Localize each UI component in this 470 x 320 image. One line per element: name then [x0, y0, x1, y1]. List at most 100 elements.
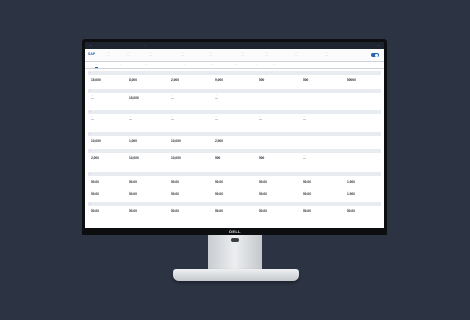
form-field[interactable]: …… [171, 94, 174, 101]
form-field[interactable]: … 2,000 [171, 76, 179, 83]
field-value[interactable]: 50.00 [171, 180, 179, 185]
form-field[interactable]: … 15,000 [91, 76, 101, 83]
field-value[interactable]: 1.000 [347, 180, 355, 185]
field-value[interactable]: 10,000 [91, 139, 101, 144]
field-value[interactable]: … [129, 117, 132, 122]
form-field[interactable]: …… [215, 115, 218, 122]
form-field[interactable]: …… [303, 154, 306, 161]
form-field[interactable]: …… [91, 94, 94, 101]
field-value[interactable]: 15,000 [129, 96, 139, 101]
window-controls[interactable]: … [377, 43, 380, 47]
form-field[interactable]: … 50.00 [215, 178, 223, 185]
field-value[interactable]: 50.00 [303, 192, 311, 197]
field-value[interactable]: 50.00 [129, 192, 137, 197]
field-value[interactable]: 500 [303, 78, 308, 83]
form-field[interactable]: … 50.00 [303, 178, 311, 185]
field-value[interactable]: 8,000 [129, 78, 137, 83]
field-value[interactable]: 50.00 [215, 180, 223, 185]
form-field[interactable]: … 15,000 [129, 94, 139, 101]
field-value[interactable]: 50.00 [259, 192, 267, 197]
field-value[interactable]: 10,000 [171, 139, 181, 144]
field-value[interactable]: 2,000 [91, 156, 99, 161]
field-value[interactable]: 10,000 [129, 156, 139, 161]
field-value[interactable]: 50.00 [347, 209, 355, 214]
form-field[interactable]: … 50.00 [91, 190, 99, 197]
edit-toggle[interactable] [371, 53, 379, 57]
form-field[interactable]: … 50.00 [91, 207, 99, 214]
tab-7[interactable]: … [255, 63, 258, 66]
form-field[interactable]: … 9,000 [215, 76, 223, 83]
form-field[interactable]: … 50.00 [303, 190, 311, 197]
form-field[interactable]: … 50.00 [259, 190, 267, 197]
form-field[interactable]: … 1.000 [347, 178, 355, 185]
field-value[interactable]: … [303, 156, 306, 161]
field-value[interactable]: 500 [259, 156, 264, 161]
field-value[interactable]: … [259, 117, 262, 122]
form-field[interactable]: … 1,000 [129, 137, 137, 144]
form-field[interactable]: …… [303, 115, 306, 122]
form-field[interactable]: … 500 [259, 154, 264, 161]
field-value[interactable]: … [91, 117, 94, 122]
field-value[interactable]: 1.000 [347, 192, 355, 197]
form-field[interactable]: … 2,000 [215, 137, 223, 144]
tab-8[interactable]: … [273, 63, 276, 66]
field-value[interactable]: 10,000 [171, 156, 181, 161]
form-field[interactable]: …… [259, 115, 262, 122]
field-value[interactable]: … [303, 117, 306, 122]
field-value[interactable]: 50.00 [129, 209, 137, 214]
form-field[interactable]: … 10,000 [129, 154, 139, 161]
form-field[interactable]: … 50.00 [171, 190, 179, 197]
field-value[interactable]: 50.00 [91, 209, 99, 214]
tab-3[interactable]: … [145, 63, 148, 66]
field-value[interactable]: 500 [259, 78, 264, 83]
form-field[interactable]: …… [129, 115, 132, 122]
field-value[interactable]: 50.00 [259, 209, 267, 214]
field-value[interactable]: 50.00 [259, 180, 267, 185]
form-field[interactable]: … 50.00 [347, 207, 355, 214]
field-value[interactable]: 1,000 [129, 139, 137, 144]
form-field[interactable]: … 500 [303, 76, 308, 83]
field-value[interactable]: 2,000 [171, 78, 179, 83]
form-field[interactable]: … 8,000 [129, 76, 137, 83]
tab-5[interactable]: … [211, 63, 214, 66]
form-field[interactable]: … 10,000 [171, 154, 181, 161]
form-field[interactable]: … 500 [259, 76, 264, 83]
form-field[interactable]: … 50.00 [215, 190, 223, 197]
form-field[interactable]: … 50000 [347, 76, 356, 83]
field-value[interactable]: 50.00 [215, 192, 223, 197]
form-field[interactable]: … 50.00 [171, 178, 179, 185]
form-field[interactable]: … 50.00 [129, 178, 137, 185]
form-field[interactable]: … 2,000 [91, 154, 99, 161]
field-value[interactable]: 50.00 [171, 209, 179, 214]
field-value[interactable]: 50.00 [215, 209, 223, 214]
field-value[interactable]: … [215, 96, 218, 101]
form-field[interactable]: … 1.000 [347, 190, 355, 197]
field-value[interactable]: … [171, 96, 174, 101]
form-field[interactable]: …… [215, 94, 218, 101]
form-field[interactable]: … 50.00 [259, 178, 267, 185]
tab-2[interactable]: … [119, 63, 122, 66]
tab-6[interactable]: … [235, 63, 238, 66]
field-value[interactable]: 2,000 [215, 139, 223, 144]
field-value[interactable]: 50000 [347, 78, 356, 83]
field-value[interactable]: 15,000 [91, 78, 101, 83]
field-value[interactable]: 50.00 [129, 180, 137, 185]
form-field[interactable]: … 50.00 [303, 207, 311, 214]
form-field[interactable]: …… [91, 115, 94, 122]
form-field[interactable]: … 50.00 [129, 207, 137, 214]
field-value[interactable]: 9,000 [215, 78, 223, 83]
field-value[interactable]: 500 [215, 156, 220, 161]
field-value[interactable]: 50.00 [91, 192, 99, 197]
form-field[interactable]: … 50.00 [129, 190, 137, 197]
form-field[interactable]: … 10,000 [171, 137, 181, 144]
form-field[interactable]: …… [171, 115, 174, 122]
form-field[interactable]: … 50.00 [259, 207, 267, 214]
form-field[interactable]: … 10,000 [91, 137, 101, 144]
form-field[interactable]: … 50.00 [91, 178, 99, 185]
tab-1[interactable]: … [95, 63, 98, 68]
field-value[interactable]: 50.00 [303, 180, 311, 185]
form-field[interactable]: … 50.00 [171, 207, 179, 214]
form-field[interactable]: … 50.00 [215, 207, 223, 214]
field-value[interactable]: … [91, 96, 94, 101]
field-value[interactable]: 50.00 [91, 180, 99, 185]
